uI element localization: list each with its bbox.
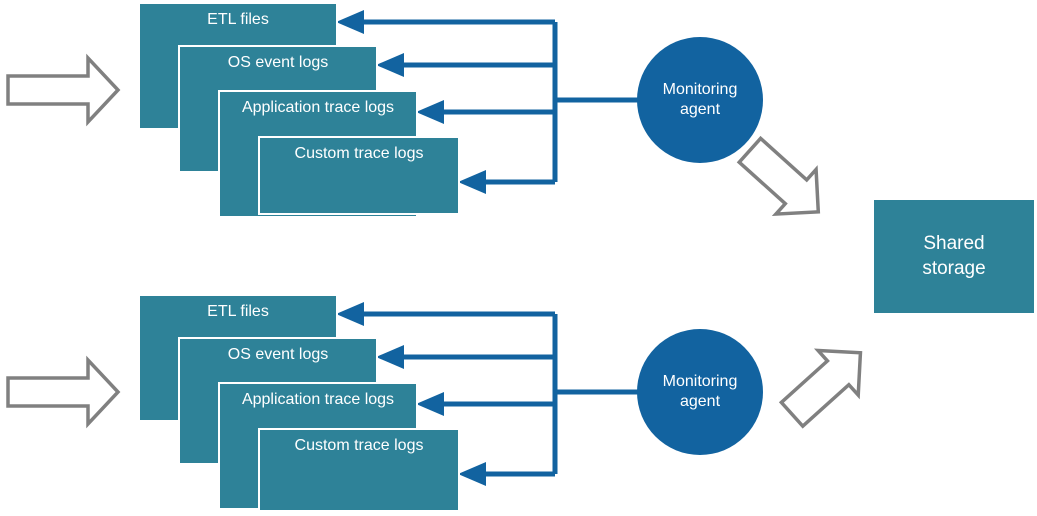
arrowhead-icon	[458, 170, 486, 194]
output-flow-arrow-icon	[736, 135, 821, 217]
log-box-label: Custom trace logs	[294, 145, 424, 162]
arrowhead-icon	[376, 345, 404, 369]
log-box-custom-trace-logs[interactable]: Custom trace logs	[258, 136, 460, 215]
monitoring-agent-node-top[interactable]: Monitoring agent	[637, 37, 763, 163]
log-box-label: OS event logs	[227, 346, 329, 363]
monitoring-agent-label: Monitoring agent	[662, 81, 738, 118]
bottom-output-flow-arrow	[778, 348, 863, 429]
output-flow-arrow-icon	[778, 348, 863, 429]
arrowhead-icon	[336, 10, 364, 34]
arrowhead-icon	[416, 100, 444, 124]
shared-storage-label: Shared storage	[922, 232, 986, 279]
log-box-label: ETL files	[207, 11, 269, 28]
log-box-label: OS event logs	[227, 54, 329, 71]
top-output-flow-arrow	[736, 135, 821, 217]
log-box-label: Application trace logs	[241, 99, 395, 116]
log-box-label: Custom trace logs	[294, 437, 424, 454]
shared-storage-node[interactable]: Shared storage	[874, 200, 1034, 313]
arrowhead-icon	[376, 53, 404, 77]
log-box-custom-trace-logs[interactable]: Custom trace logs	[258, 428, 460, 512]
input-flow-arrow-icon	[6, 355, 121, 429]
input-flow-arrow-icon	[6, 53, 121, 127]
log-box-label: Application trace logs	[241, 391, 395, 408]
diagram-canvas: ETL files OS event logs Application trac…	[0, 0, 1037, 516]
log-box-label: ETL files	[207, 303, 269, 320]
monitoring-agent-node-bottom[interactable]: Monitoring agent	[637, 329, 763, 455]
monitoring-agent-label: Monitoring agent	[662, 373, 738, 410]
arrowhead-icon	[458, 462, 486, 486]
arrowhead-icon	[416, 392, 444, 416]
arrowhead-icon	[336, 302, 364, 326]
